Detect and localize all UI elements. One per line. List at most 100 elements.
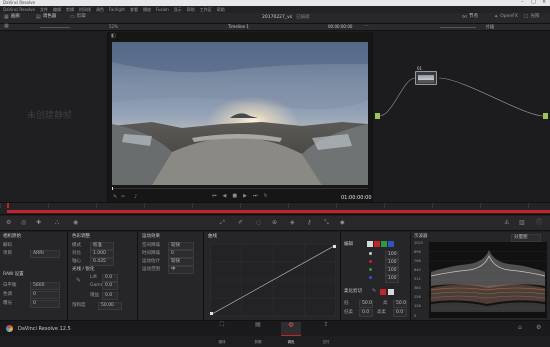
color-wheels-icon[interactable]: ✚: [36, 220, 41, 226]
page-tab-media[interactable]: ⛶ 媒体: [212, 322, 232, 344]
close-icon[interactable]: ×: [542, 0, 546, 5]
play-icon[interactable]: ▶: [243, 194, 247, 199]
curve-graph[interactable]: [210, 244, 336, 316]
soft-clip-red-swatch[interactable]: [380, 289, 386, 295]
page-tab-color[interactable]: ◍ 调色: [281, 322, 301, 344]
jump-start-icon[interactable]: ⏮: [212, 194, 217, 199]
menu-item[interactable]: 帮助: [187, 7, 195, 12]
minimize-icon[interactable]: –: [521, 0, 524, 5]
clip-label[interactable]: 片段: [486, 25, 494, 29]
viewer-mode-icon[interactable]: ◧: [111, 34, 116, 39]
b-intensity-field[interactable]: 100: [385, 275, 399, 283]
pen-icon[interactable]: ✎: [113, 195, 117, 200]
page-tab-deliver[interactable]: ⇪ 交付: [316, 322, 336, 344]
node-zoom-slider[interactable]: [440, 27, 476, 28]
tab-nodes[interactable]: ⋈ 节点: [462, 15, 478, 20]
color-match-icon[interactable]: ◎: [21, 220, 26, 226]
sizing-icon[interactable]: ⤡: [324, 220, 329, 226]
gallery-slider[interactable]: [40, 27, 70, 28]
viewer-options-icon[interactable]: ⋯: [364, 24, 369, 29]
soft-clip-pen-icon[interactable]: ✎: [372, 289, 376, 294]
zoom-level[interactable]: 52%: [109, 25, 118, 29]
timeline-playhead[interactable]: [7, 203, 9, 208]
tab-clips[interactable]: ▭ 剪辑: [70, 15, 86, 20]
eyedropper-icon[interactable]: ✎: [76, 278, 81, 284]
playhead-marker[interactable]: [112, 187, 113, 190]
blur-icon[interactable]: ◈: [290, 220, 295, 226]
low-soft-field[interactable]: 0.0: [359, 309, 373, 317]
mode-field[interactable]: 校准: [90, 242, 114, 250]
white-balance-field[interactable]: 5600: [30, 282, 60, 290]
motion-icon[interactable]: ◉: [73, 220, 78, 226]
menu-item[interactable]: Fusion: [156, 7, 169, 12]
rewind-icon[interactable]: ◀: [223, 194, 227, 199]
qualifier-icon[interactable]: ✐: [238, 220, 243, 226]
r-intensity-field[interactable]: 100: [385, 259, 399, 267]
output-node[interactable]: [543, 113, 548, 119]
menu-item[interactable]: 查看: [130, 7, 138, 12]
spatial-nr-field[interactable]: 较快: [168, 242, 194, 250]
y-intensity-field[interactable]: 100: [385, 251, 399, 259]
temporal-nr-field[interactable]: 0: [168, 250, 194, 258]
curves-icon[interactable]: ⤢: [220, 220, 225, 226]
menu-item[interactable]: 调色: [96, 7, 104, 12]
project-field[interactable]: ARRI: [30, 250, 60, 258]
loop-icon[interactable]: ↻: [263, 194, 267, 199]
viewer-image[interactable]: [112, 42, 368, 185]
corrector-node[interactable]: 01: [415, 67, 437, 85]
scope-mode-select[interactable]: 分量图: [511, 234, 541, 242]
menu-item[interactable]: 帮助: [217, 7, 225, 12]
scopes-icon[interactable]: ▥: [519, 220, 525, 226]
menu-item[interactable]: Fairlight: [109, 7, 125, 12]
contrast-field[interactable]: 1.000: [90, 250, 114, 258]
menu-item[interactable]: 显示: [174, 7, 182, 12]
channel-r-button[interactable]: [374, 241, 380, 247]
menu-item[interactable]: 工作区: [200, 7, 212, 12]
g-intensity-field[interactable]: 100: [385, 267, 399, 275]
menu-item[interactable]: DaVinci Resolve: [3, 7, 35, 12]
scissors-icon[interactable]: ✂: [121, 195, 125, 200]
low-field[interactable]: 50.0: [359, 300, 373, 308]
gamma-field[interactable]: 0.0: [102, 282, 118, 290]
home-icon[interactable]: ⌂: [518, 325, 522, 331]
keyframes-icon[interactable]: ⚓: [504, 220, 509, 226]
window-icon[interactable]: ◌: [256, 220, 261, 226]
timeline-strip[interactable]: [0, 202, 550, 215]
tracker-icon[interactable]: ⊕: [272, 220, 277, 226]
camera-raw-icon[interactable]: ⚙: [6, 220, 11, 226]
page-tab-edit[interactable]: ▤ 剪辑: [248, 322, 268, 344]
source-input-node[interactable]: [375, 113, 380, 119]
soft-clip-swatch[interactable]: [388, 289, 394, 295]
key-icon[interactable]: ⚷: [307, 220, 311, 226]
gallery-view-icon[interactable]: ▦: [4, 24, 9, 29]
audio-icon[interactable]: ♪: [134, 195, 137, 200]
tab-luts[interactable]: ▤ 调色器: [36, 15, 56, 20]
high-soft-field[interactable]: 0.0: [393, 309, 407, 317]
motion-est-field[interactable]: 较快: [168, 258, 194, 266]
3d-icon[interactable]: ◆: [340, 220, 345, 226]
timeline-name[interactable]: Timeline 1: [228, 25, 249, 29]
menu-item[interactable]: 编辑: [53, 7, 61, 12]
tab-lightbox[interactable]: ☐ 光照: [524, 15, 539, 20]
saturation-field[interactable]: 50.00: [98, 302, 122, 310]
viewer-scrubber[interactable]: [112, 187, 368, 190]
exposure-field[interactable]: 0: [30, 300, 60, 308]
channel-g-button[interactable]: [381, 241, 387, 247]
tab-gallery[interactable]: ▦ 画廊: [4, 15, 20, 20]
menu-item[interactable]: 时间线: [79, 7, 91, 12]
gain-field[interactable]: 0.0: [102, 292, 118, 300]
high-field[interactable]: 50.0: [393, 300, 407, 308]
menu-item[interactable]: 播放: [143, 7, 151, 12]
tab-openfx[interactable]: ✦ OpenFX: [494, 15, 518, 20]
settings-icon[interactable]: ⚙: [536, 325, 541, 331]
menu-item[interactable]: 文件: [40, 7, 48, 12]
tint-field[interactable]: 0: [30, 291, 60, 299]
rgb-mixer-icon[interactable]: ⛬: [55, 220, 59, 226]
menu-item[interactable]: 剪辑: [66, 7, 74, 12]
jump-end-icon[interactable]: ⏭: [253, 194, 258, 199]
lift-field[interactable]: 0.0: [102, 274, 118, 282]
channel-b-button[interactable]: [388, 241, 394, 247]
maximize-icon[interactable]: □: [531, 0, 536, 5]
motion-range-field[interactable]: 中: [168, 266, 194, 274]
pivot-field[interactable]: 0.435: [90, 258, 114, 266]
